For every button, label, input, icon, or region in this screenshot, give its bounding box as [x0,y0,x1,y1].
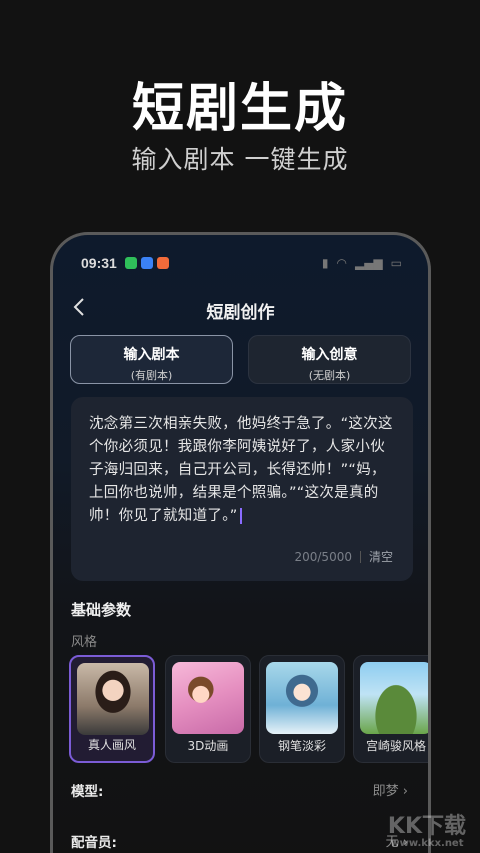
style-thumbnail [266,662,338,734]
hero-subtitle: 输入剧本 一键生成 [131,145,349,174]
script-footer: 200/5000 清空 [294,548,393,565]
browser-notification-icon [140,257,153,269]
watermark-logo: KK下载 www.kkx.net [387,814,466,849]
style-name: 钢笔淡彩 [277,739,326,753]
status-bar: 09:31 ▮ ◠ ▂▄▆ ▭ [81,253,402,273]
text-cursor [239,508,242,524]
style-name: 3D动画 [187,739,229,753]
style-card-miyazaki[interactable]: 宫崎骏风格 [353,655,428,763]
char-counter: 200/5000 [294,549,352,564]
script-text[interactable]: 沈念第三次相亲失败，他妈终于急了。“这次这个你必须见！我跟你李阿姨说好了，人家小… [89,413,395,529]
basic-params-title: 基础参数 [71,601,132,619]
header-bar: 短剧创作 [53,295,428,325]
model-label: 模型: [71,784,104,800]
style-label: 风格 [71,635,98,650]
tab-label: 输入创意 [301,347,358,363]
status-time: 09:31 [81,255,117,271]
phone-frame: 09:31 ▮ ◠ ▂▄▆ ▭ 短剧创作 输入剧本 (有剧本) 输入创意 (无剧… [50,232,431,853]
style-thumbnail [360,662,428,734]
divider [359,550,361,563]
tab-sublabel: (有剧本) [130,369,173,382]
model-row[interactable]: 模型: 即梦 › [71,780,408,802]
wechat-notification-icon [124,257,137,269]
status-icons: ▮ ◠ ▂▄▆ ▭ [322,256,402,270]
signal-icon: ▂▄▆ [354,256,383,270]
hero-title: 短剧生成 [131,79,348,139]
tab-sublabel: (无剧本) [308,369,351,382]
style-card-3d[interactable]: 3D动画 [165,655,251,763]
battery-icon: ▭ [390,256,402,270]
tab-input-script[interactable]: 输入剧本 (有剧本) [70,335,233,384]
style-thumbnail [172,662,244,734]
clear-button[interactable]: 清空 [369,548,393,565]
tab-input-idea[interactable]: 输入创意 (无剧本) [248,335,411,384]
style-name: 真人画风 [87,738,136,752]
style-card-real[interactable]: 真人画风 [69,655,155,763]
style-list: 真人画风 3D动画 钢笔淡彩 宫崎骏风格 [67,655,428,765]
tab-label: 输入剧本 [123,347,180,363]
chevron-right-icon: › [402,784,408,799]
style-card-pen[interactable]: 钢笔淡彩 [259,655,345,763]
model-value: 即梦 › [372,784,408,799]
voice-label: 配音员: [71,835,117,851]
style-name: 宫崎骏风格 [365,739,426,753]
vibrate-icon: ▮ [321,256,329,270]
wifi-icon: ◠ [336,256,347,270]
script-textarea[interactable]: 沈念第三次相亲失败，他妈终于急了。“这次这个你必须见！我跟你李阿姨说好了，人家小… [71,397,413,581]
voice-row[interactable]: 配音员: 无 › [71,831,408,853]
app-notification-icon [156,257,169,269]
page-title: 短剧创作 [206,303,275,323]
style-thumbnail [77,663,149,735]
